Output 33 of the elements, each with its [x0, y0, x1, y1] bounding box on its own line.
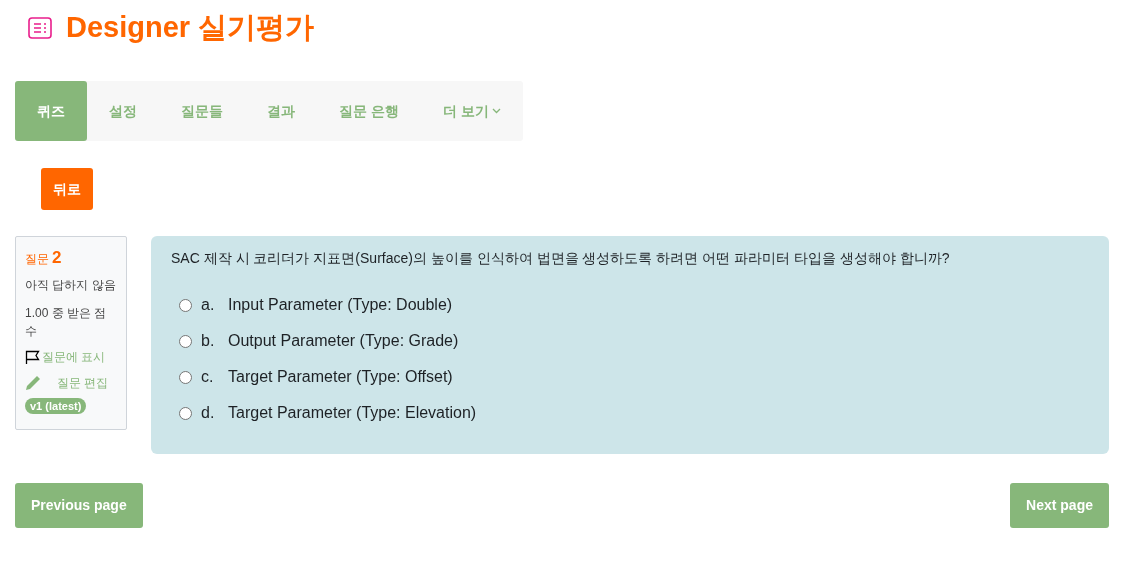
option-text: Target Parameter (Type: Offset): [228, 367, 453, 387]
tab[interactable]: 결과: [245, 81, 317, 141]
previous-page-button[interactable]: Previous page: [15, 483, 143, 528]
tab[interactable]: 질문들: [159, 81, 245, 141]
next-page-button[interactable]: Next page: [1010, 483, 1109, 528]
option-text: Input Parameter (Type: Double): [228, 295, 453, 315]
page-title: Designer 실기평가: [66, 10, 315, 46]
option-letter: b.: [201, 331, 216, 351]
option-text: Output Parameter (Type: Grade): [228, 331, 459, 351]
radio-button[interactable]: [179, 334, 192, 348]
edit-question-link[interactable]: 질문 편집: [25, 373, 117, 392]
tab[interactable]: 퀴즈: [15, 81, 87, 141]
question-number: 2: [52, 247, 62, 269]
question-mark: 1.00 중 받은 점수: [25, 304, 108, 340]
tab[interactable]: 더 보기: [420, 81, 523, 141]
option-letter: c.: [201, 367, 215, 387]
back-button[interactable]: 뒤로: [41, 168, 93, 210]
option-text: Target Parameter (Type: Elevation): [228, 403, 477, 423]
flag-question-link[interactable]: 질문에 표시: [25, 347, 117, 366]
radio-button[interactable]: [179, 370, 192, 384]
radio-button[interactable]: [179, 406, 192, 420]
option-letter: a.: [201, 295, 216, 315]
flag-icon: [25, 349, 40, 364]
tab[interactable]: 질문 은행: [317, 81, 421, 141]
pencil-icon: [25, 374, 42, 391]
quiz-icon: [28, 17, 52, 39]
option-letter: d.: [201, 403, 216, 423]
question-text: SAC 제작 시 코리더가 지표면(Surface)의 높이를 인식하여 법면을 생성하도록 하려면 어떤 파라미터 타입을 생성해야 합니까?: [171, 249, 951, 268]
tab[interactable]: 설정: [87, 81, 159, 141]
question-label: 질문: [25, 251, 49, 268]
answer-status: 아직 답하지 않음: [25, 276, 117, 294]
version-badge: v1 (latest): [25, 397, 87, 414]
radio-button[interactable]: [179, 298, 192, 312]
